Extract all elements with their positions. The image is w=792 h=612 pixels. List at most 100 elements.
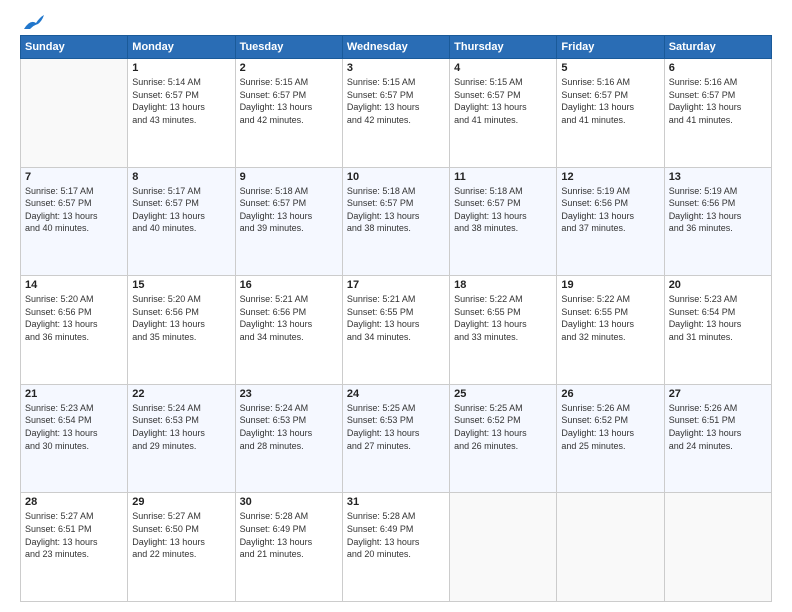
calendar-cell: 24 Sunrise: 5:25 AM Sunset: 6:53 PM Dayli… — [342, 384, 449, 493]
day-info: Sunrise: 5:23 AM Sunset: 6:54 PM Dayligh… — [669, 293, 767, 343]
day-info: Sunrise: 5:16 AM Sunset: 6:57 PM Dayligh… — [669, 76, 767, 126]
weekday-header-friday: Friday — [557, 36, 664, 59]
calendar-cell: 4 Sunrise: 5:15 AM Sunset: 6:57 PM Daylig… — [450, 59, 557, 168]
day-info: Sunrise: 5:26 AM Sunset: 6:51 PM Dayligh… — [669, 402, 767, 452]
calendar-cell: 16Sunrise: 5:21 AM Sunset: 6:56 PM Dayli… — [235, 276, 342, 385]
day-number: 19 — [561, 279, 659, 291]
day-info: Sunrise: 5:17 AM Sunset: 6:57 PM Dayligh… — [132, 185, 230, 235]
day-info: Sunrise: 5:27 AM Sunset: 6:50 PM Dayligh… — [132, 510, 230, 560]
calendar-cell — [557, 493, 664, 602]
day-number: 18 — [454, 279, 552, 291]
calendar-cell: 15 Sunrise: 5:20 AM Sunset: 6:56 PM Dayli… — [128, 276, 235, 385]
calendar-cell: 3 Sunrise: 5:15 AM Sunset: 6:57 PM Daylig… — [342, 59, 449, 168]
day-info: Sunrise: 5:15 AM Sunset: 6:57 PM Dayligh… — [454, 76, 552, 126]
page: SundayMondayTuesdayWednesdayThursdayFrid… — [0, 0, 792, 612]
calendar-cell: 22 Sunrise: 5:24 AM Sunset: 6:53 PM Dayli… — [128, 384, 235, 493]
day-info: Sunrise: 5:28 AM Sunset: 6:49 PM Dayligh… — [240, 510, 338, 560]
weekday-header-thursday: Thursday — [450, 36, 557, 59]
calendar-cell — [664, 493, 771, 602]
day-info: Sunrise: 5:15 AM Sunset: 6:57 PM Dayligh… — [347, 76, 445, 126]
calendar-cell — [450, 493, 557, 602]
day-number: 1 — [132, 62, 230, 74]
day-info: Sunrise: 5:25 AM Sunset: 6:52 PM Dayligh… — [454, 402, 552, 452]
calendar-cell: 12Sunrise: 5:19 AM Sunset: 6:56 PM Dayli… — [557, 167, 664, 276]
day-number: 7 — [25, 171, 123, 183]
week-row-4: 21 Sunrise: 5:23 AM Sunset: 6:54 PM Dayli… — [21, 384, 772, 493]
calendar-cell: 2 Sunrise: 5:15 AM Sunset: 6:57 PM Daylig… — [235, 59, 342, 168]
calendar-cell: 20 Sunrise: 5:23 AM Sunset: 6:54 PM Dayli… — [664, 276, 771, 385]
calendar-cell: 14Sunrise: 5:20 AM Sunset: 6:56 PM Dayli… — [21, 276, 128, 385]
day-number: 30 — [240, 496, 338, 508]
day-number: 10 — [347, 171, 445, 183]
day-number: 4 — [454, 62, 552, 74]
day-number: 17 — [347, 279, 445, 291]
day-info: Sunrise: 5:27 AM Sunset: 6:51 PM Dayligh… — [25, 510, 123, 560]
day-number: 13 — [669, 171, 767, 183]
calendar-cell: 28 Sunrise: 5:27 AM Sunset: 6:51 PM Dayli… — [21, 493, 128, 602]
day-number: 21 — [25, 388, 123, 400]
calendar-cell: 8 Sunrise: 5:17 AM Sunset: 6:57 PM Daylig… — [128, 167, 235, 276]
calendar-table: SundayMondayTuesdayWednesdayThursdayFrid… — [20, 35, 772, 602]
calendar-cell: 31 Sunrise: 5:28 AM Sunset: 6:49 PM Dayli… — [342, 493, 449, 602]
day-number: 3 — [347, 62, 445, 74]
day-info: Sunrise: 5:18 AM Sunset: 6:57 PM Dayligh… — [347, 185, 445, 235]
day-number: 5 — [561, 62, 659, 74]
week-row-3: 14 Sunrise: 5:20 AM Sunset: 6:56 PM Dayli… — [21, 276, 772, 385]
day-info: Sunrise: 5:24 AM Sunset: 6:53 PM Dayligh… — [240, 402, 338, 452]
day-info: Sunrise: 5:16 AM Sunset: 6:57 PM Dayligh… — [561, 76, 659, 126]
day-number: 14 — [25, 279, 123, 291]
day-info: Sunrise: 5:21 AM Sunset: 6:56 PM Dayligh… — [240, 293, 338, 343]
calendar-cell: 11Sunrise: 5:18 AM Sunset: 6:57 PM Dayli… — [450, 167, 557, 276]
day-info: Sunrise: 5:15 AM Sunset: 6:57 PM Dayligh… — [240, 76, 338, 126]
day-info: Sunrise: 5:14 AM Sunset: 6:57 PM Dayligh… — [132, 76, 230, 126]
day-info: Sunrise: 5:24 AM Sunset: 6:53 PM Dayligh… — [132, 402, 230, 452]
calendar-cell: 10 Sunrise: 5:18 AM Sunset: 6:57 PM Dayli… — [342, 167, 449, 276]
day-number: 31 — [347, 496, 445, 508]
week-row-2: 7 Sunrise: 5:17 AM Sunset: 6:57 PM Daylig… — [21, 167, 772, 276]
header — [20, 15, 772, 27]
day-number: 27 — [669, 388, 767, 400]
calendar-cell: 13 Sunrise: 5:19 AM Sunset: 6:56 PM Dayli… — [664, 167, 771, 276]
day-number: 25 — [454, 388, 552, 400]
calendar-cell: 25 Sunrise: 5:25 AM Sunset: 6:52 PM Dayli… — [450, 384, 557, 493]
day-number: 28 — [25, 496, 123, 508]
day-info: Sunrise: 5:25 AM Sunset: 6:53 PM Dayligh… — [347, 402, 445, 452]
calendar-cell: 5 Sunrise: 5:16 AM Sunset: 6:57 PM Daylig… — [557, 59, 664, 168]
day-number: 24 — [347, 388, 445, 400]
weekday-header-sunday: Sunday — [21, 36, 128, 59]
day-info: Sunrise: 5:20 AM Sunset: 6:56 PM Dayligh… — [132, 293, 230, 343]
logo — [20, 15, 44, 27]
day-number: 20 — [669, 279, 767, 291]
day-info: Sunrise: 5:19 AM Sunset: 6:56 PM Dayligh… — [669, 185, 767, 235]
weekday-header-row: SundayMondayTuesdayWednesdayThursdayFrid… — [21, 36, 772, 59]
day-number: 29 — [132, 496, 230, 508]
calendar-cell — [21, 59, 128, 168]
calendar-cell: 7 Sunrise: 5:17 AM Sunset: 6:57 PM Daylig… — [21, 167, 128, 276]
day-number: 22 — [132, 388, 230, 400]
day-info: Sunrise: 5:23 AM Sunset: 6:54 PM Dayligh… — [25, 402, 123, 452]
day-info: Sunrise: 5:17 AM Sunset: 6:57 PM Dayligh… — [25, 185, 123, 235]
day-number: 9 — [240, 171, 338, 183]
calendar-cell: 6Sunrise: 5:16 AM Sunset: 6:57 PM Daylig… — [664, 59, 771, 168]
day-number: 2 — [240, 62, 338, 74]
weekday-header-tuesday: Tuesday — [235, 36, 342, 59]
calendar-cell: 19 Sunrise: 5:22 AM Sunset: 6:55 PM Dayli… — [557, 276, 664, 385]
day-number: 8 — [132, 171, 230, 183]
day-number: 15 — [132, 279, 230, 291]
week-row-5: 28 Sunrise: 5:27 AM Sunset: 6:51 PM Dayli… — [21, 493, 772, 602]
weekday-header-wednesday: Wednesday — [342, 36, 449, 59]
week-row-1: 1 Sunrise: 5:14 AM Sunset: 6:57 PM Daylig… — [21, 59, 772, 168]
logo-bird-icon — [22, 15, 44, 33]
calendar-cell: 9 Sunrise: 5:18 AM Sunset: 6:57 PM Daylig… — [235, 167, 342, 276]
calendar-cell: 17 Sunrise: 5:21 AM Sunset: 6:55 PM Dayli… — [342, 276, 449, 385]
calendar-cell: 21 Sunrise: 5:23 AM Sunset: 6:54 PM Dayli… — [21, 384, 128, 493]
calendar-cell: 30 Sunrise: 5:28 AM Sunset: 6:49 PM Dayli… — [235, 493, 342, 602]
weekday-header-saturday: Saturday — [664, 36, 771, 59]
day-info: Sunrise: 5:28 AM Sunset: 6:49 PM Dayligh… — [347, 510, 445, 560]
day-info: Sunrise: 5:21 AM Sunset: 6:55 PM Dayligh… — [347, 293, 445, 343]
calendar-cell: 23Sunrise: 5:24 AM Sunset: 6:53 PM Dayli… — [235, 384, 342, 493]
calendar-cell: 26Sunrise: 5:26 AM Sunset: 6:52 PM Dayli… — [557, 384, 664, 493]
day-info: Sunrise: 5:22 AM Sunset: 6:55 PM Dayligh… — [561, 293, 659, 343]
day-info: Sunrise: 5:19 AM Sunset: 6:56 PM Dayligh… — [561, 185, 659, 235]
day-info: Sunrise: 5:18 AM Sunset: 6:57 PM Dayligh… — [240, 185, 338, 235]
